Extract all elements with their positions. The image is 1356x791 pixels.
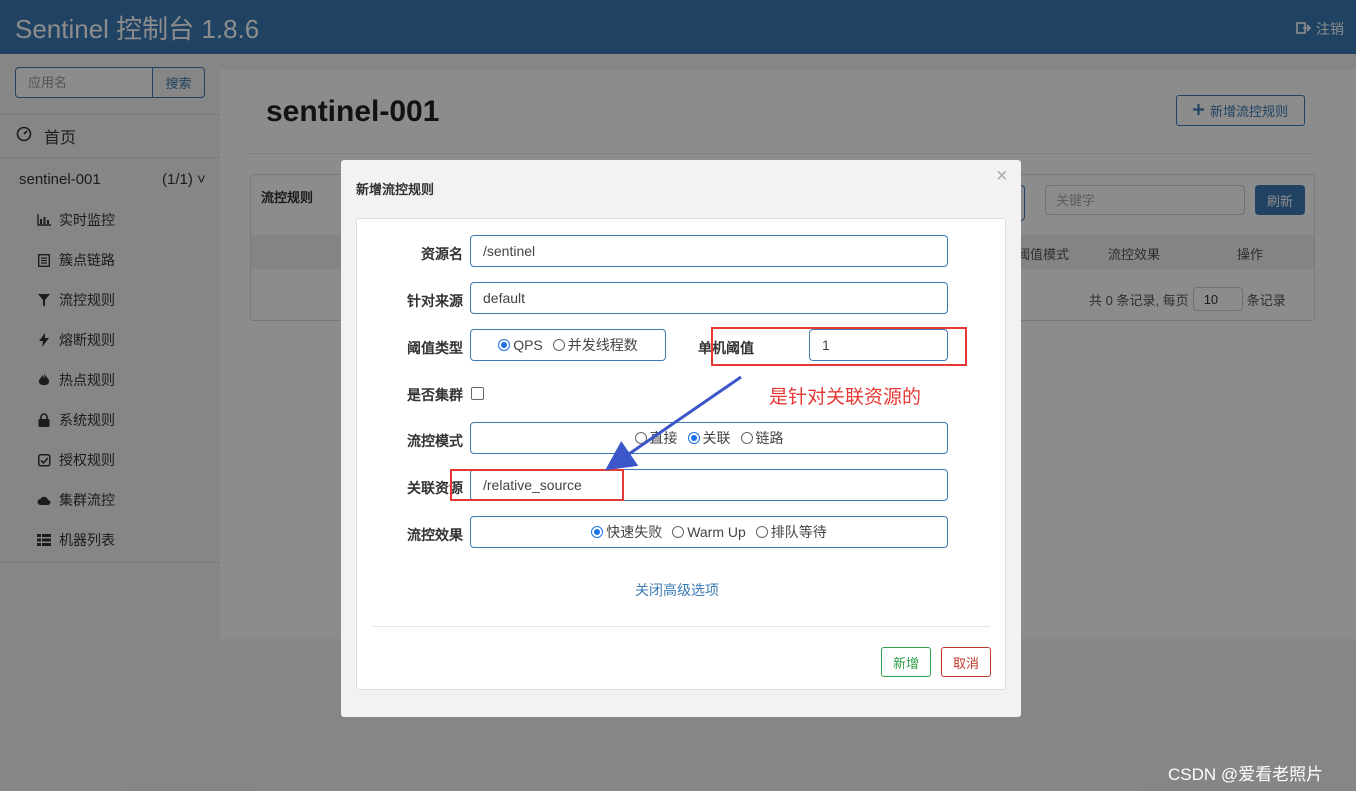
dialog-footer-divider	[372, 626, 990, 627]
origin-label: 针对来源	[407, 293, 463, 309]
submit-add-button[interactable]: 新增	[881, 647, 931, 677]
behavior-label: 流控效果	[407, 527, 463, 543]
radio-selected-icon	[687, 432, 700, 444]
grade-label: 阈值类型	[407, 340, 463, 356]
strategy-radio-group: 直接 关联 链路	[470, 422, 948, 454]
close-icon[interactable]: ×	[996, 165, 1008, 188]
behavior-radio-group: 快速失败 Warm Up 排队等待	[470, 516, 948, 548]
dialog-form: 资源名 /sentinel 针对来源 default 阈值类型 QPS 并发线程…	[356, 218, 1006, 690]
cancel-button[interactable]: 取消	[941, 647, 991, 677]
resource-label: 资源名	[421, 246, 463, 262]
add-flow-rule-dialog: 新增流控规则 × 资源名 /sentinel 针对来源 default 阈值类型…	[341, 160, 1021, 717]
cluster-label: 是否集群	[407, 387, 463, 403]
radio-selected-icon	[498, 339, 511, 351]
watermark: CSDN @爱看老照片	[1168, 765, 1324, 784]
grade-option-threads[interactable]: 并发线程数	[552, 335, 638, 355]
behavior-option-warm-up[interactable]: Warm Up	[672, 524, 746, 540]
cluster-mode-checkbox[interactable]	[471, 387, 484, 400]
radio-icon	[552, 339, 565, 351]
strategy-option-relate[interactable]: 关联	[687, 428, 731, 448]
limit-origin-input[interactable]: default	[470, 282, 948, 314]
ref-resource-highlight-box	[450, 469, 624, 501]
annotation-note: 是针对关联资源的	[769, 387, 922, 408]
grade-option-qps[interactable]: QPS	[498, 337, 543, 353]
behavior-option-queue[interactable]: 排队等待	[755, 522, 827, 542]
grade-radio-group: QPS 并发线程数	[470, 329, 666, 361]
dialog-title: 新增流控规则	[356, 182, 435, 197]
strategy-option-chain[interactable]: 链路	[740, 428, 784, 448]
resource-name-input[interactable]: /sentinel	[470, 235, 948, 267]
toggle-advanced-options-link[interactable]: 关闭高级选项	[635, 580, 719, 600]
radio-icon	[740, 432, 753, 444]
radio-selected-icon	[591, 526, 604, 538]
behavior-option-fast-fail[interactable]: 快速失败	[591, 522, 662, 542]
radio-icon	[634, 432, 647, 444]
strategy-option-direct[interactable]: 直接	[634, 428, 678, 448]
strategy-label: 流控模式	[407, 433, 463, 449]
radio-icon	[755, 526, 768, 538]
radio-icon	[672, 526, 685, 538]
threshold-highlight-box	[711, 327, 967, 366]
